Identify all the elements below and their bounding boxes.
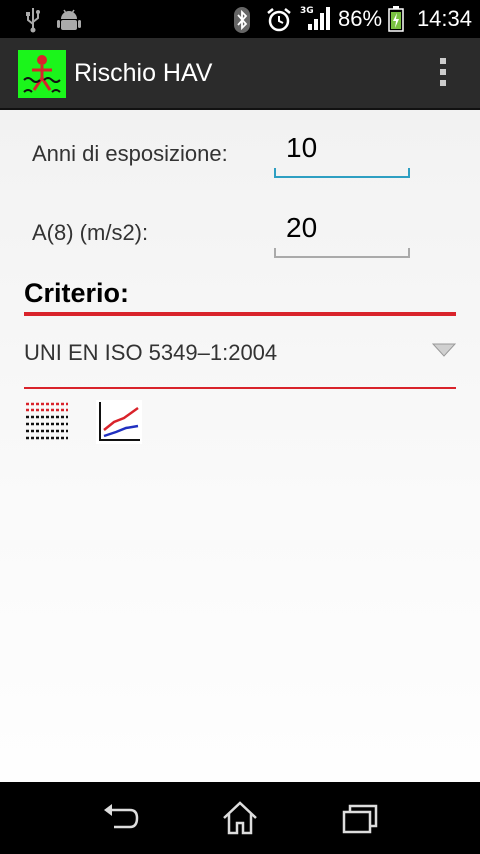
dropdown-underline <box>24 387 456 389</box>
navigation-bar <box>0 782 480 854</box>
criterio-dropdown[interactable]: UNI EN ISO 5349–1:2004 <box>24 330 457 390</box>
action-bar: Rischio HAV <box>0 38 480 110</box>
alarm-clock-icon <box>266 7 292 38</box>
years-label: Anni di esposizione: <box>32 141 228 166</box>
main-content: Anni di esposizione: 10 A(8) (m/s2): 20 … <box>0 110 480 782</box>
status-bar: 3G 86% 14:34 <box>0 0 480 38</box>
clock-time: 14:34 <box>416 6 472 31</box>
criterio-selected-value: UNI EN ISO 5349–1:2004 <box>24 340 278 365</box>
a8-input[interactable]: 20 <box>274 212 410 258</box>
battery-percent: 86% <box>338 6 383 31</box>
criterio-header: Criterio: <box>24 278 130 308</box>
a8-label: A(8) (m/s2): <box>32 220 149 245</box>
app-title: Rischio HAV <box>74 59 213 87</box>
battery-charging-icon <box>388 6 404 37</box>
overflow-menu-icon[interactable] <box>436 58 450 90</box>
home-icon[interactable] <box>220 800 260 841</box>
hand-vibration-app-icon[interactable] <box>18 50 66 98</box>
recent-apps-icon[interactable] <box>340 800 380 841</box>
signal-icon: 3G <box>298 4 332 37</box>
dropdown-arrow-icon <box>431 342 457 363</box>
years-input[interactable]: 10 <box>274 132 410 178</box>
svg-text:3G: 3G <box>300 6 314 16</box>
chart-view-icon[interactable] <box>96 400 142 444</box>
section-divider <box>24 312 456 316</box>
bluetooth-icon <box>234 7 250 38</box>
android-debug-icon <box>56 7 82 38</box>
usb-icon <box>24 7 42 38</box>
back-icon[interactable] <box>100 800 140 841</box>
table-view-icon[interactable] <box>24 400 70 444</box>
